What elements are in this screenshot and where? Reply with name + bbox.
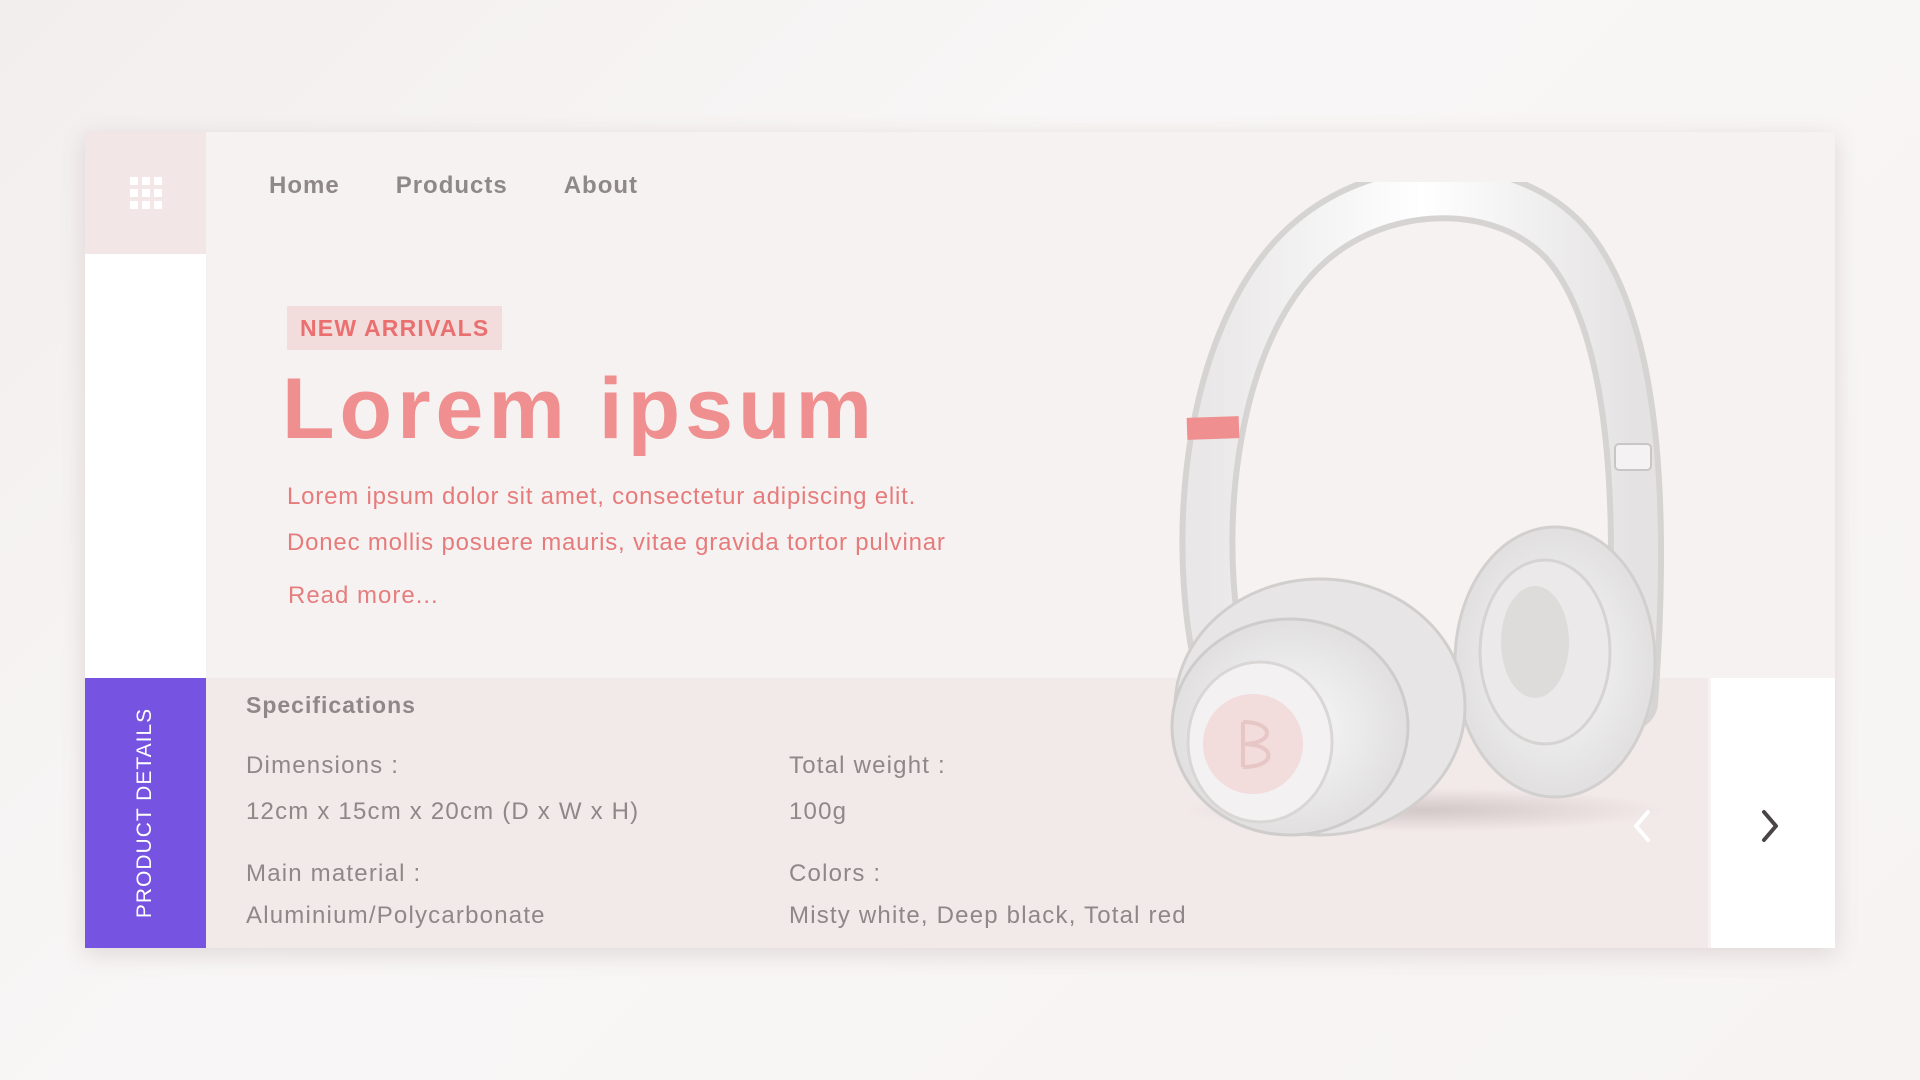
weight-value: 100g [789,798,848,825]
material-label: Main material : [246,860,422,887]
chevron-right-icon[interactable] [1758,808,1782,844]
hero-description-line-1: Lorem ipsum dolor sit amet, consectetur … [287,483,917,510]
product-details-label: PRODUCT DETAILS [133,707,157,919]
nav-home[interactable]: Home [269,172,340,200]
product-card: Home Products About NEW ARRIVALS Lorem i… [85,132,1835,948]
material-value: Aluminium/Polycarbonate [246,902,546,929]
product-details-tab[interactable]: PRODUCT DETAILS [85,678,206,948]
dimensions-value: 12cm x 15cm x 20cm (D x W x H) [246,798,640,825]
nav-about[interactable]: About [564,172,638,200]
top-nav: Home Products About [269,172,694,200]
colors-label: Colors : [789,860,882,887]
chevron-left-icon[interactable] [1630,808,1654,844]
grid-menu-icon [129,177,162,209]
hero-title: Lorem ipsum [282,361,877,457]
headphones-image [1170,182,1665,837]
dimensions-label: Dimensions : [246,752,400,779]
colors-value: Misty white, Deep black, Total red [789,902,1187,929]
specifications-title: Specifications [246,692,416,718]
nav-products[interactable]: Products [396,172,508,200]
menu-button[interactable] [85,132,206,254]
read-more-link[interactable]: Read more... [288,582,439,610]
hero-description-line-2: Donec mollis posuere mauris, vitae gravi… [287,529,946,556]
hero-description: Lorem ipsum dolor sit amet, consectetur … [287,474,1107,566]
new-arrivals-badge: NEW ARRIVALS [287,306,503,350]
weight-label: Total weight : [789,752,946,779]
